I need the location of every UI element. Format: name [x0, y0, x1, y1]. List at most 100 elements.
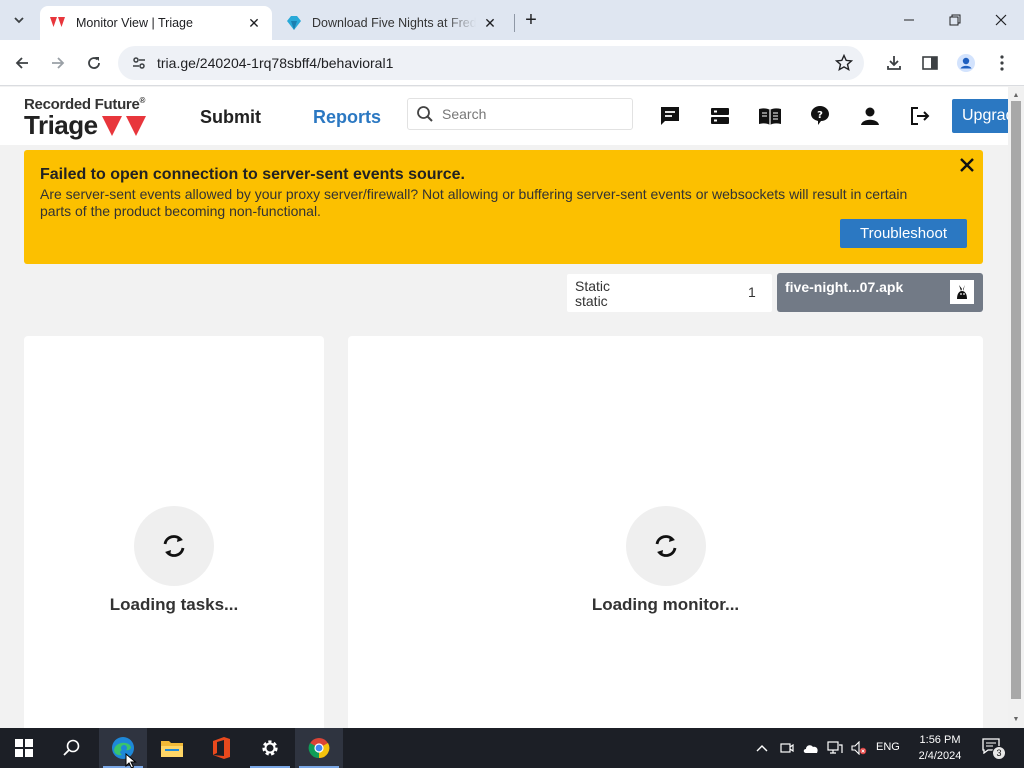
static-count: 1 — [748, 284, 756, 300]
refresh-icon — [626, 506, 706, 586]
reload-icon — [88, 57, 100, 69]
loading-monitor-text: Loading monitor... — [591, 595, 740, 614]
clock-time: 1:56 PM — [919, 734, 961, 746]
volume-muted-icon[interactable] — [851, 740, 867, 756]
meet-now-icon[interactable] — [779, 740, 795, 756]
loading-tasks-text: Loading tasks... — [109, 595, 239, 614]
svg-text:?: ? — [817, 110, 823, 121]
address-bar[interactable]: tria.ge/240204-1rq78sbff4/behavioral1 — [118, 46, 864, 80]
language-indicator[interactable]: ENG — [876, 741, 900, 753]
new-tab-button[interactable]: + — [520, 9, 542, 31]
tab-separator — [514, 14, 515, 32]
tab-search-button[interactable] — [8, 9, 30, 31]
chevron-up-icon[interactable] — [754, 740, 770, 756]
search-icon — [63, 739, 80, 756]
logo-chevrons-icon — [102, 116, 146, 136]
forward-button[interactable] — [46, 51, 70, 75]
taskbar-file-explorer[interactable] — [148, 728, 196, 768]
notification-center-button[interactable]: 3 — [982, 738, 1006, 760]
file-explorer-icon — [161, 741, 183, 757]
download-icon[interactable] — [883, 52, 905, 74]
page-content: Recorded Future® Triage Submit Reports S… — [0, 87, 1008, 728]
user-icon[interactable] — [858, 104, 882, 128]
triage-favicon-icon — [50, 15, 66, 31]
settings-icon — [262, 740, 278, 756]
scrollbar-thumb[interactable] — [1011, 101, 1021, 699]
tab-monitor-view[interactable]: Monitor View | Triage ✕ — [40, 6, 272, 40]
bookmark-star-icon[interactable] — [834, 53, 854, 73]
triage-logo[interactable]: Recorded Future® Triage — [24, 96, 164, 140]
clock-date: 2/4/2024 — [918, 750, 962, 762]
alert-heading: Failed to open connection to server-sent… — [40, 166, 465, 183]
alert-close-icon[interactable] — [958, 156, 976, 174]
arrow-right-icon — [52, 57, 65, 69]
minimize-icon — [904, 19, 914, 21]
logout-icon[interactable] — [908, 104, 932, 128]
chrome-icon — [308, 738, 330, 759]
server-icon[interactable] — [708, 104, 732, 128]
chat-icon[interactable] — [658, 104, 682, 128]
restore-icon — [949, 14, 961, 26]
upgrade-button[interactable]: Upgrade — [952, 99, 1008, 133]
monitor-panel: Loading monitor... — [348, 336, 983, 728]
url-text[interactable]: tria.ge/240204-1rq78sbff4/behavioral1 — [157, 55, 393, 71]
side-panel-icon[interactable] — [919, 52, 941, 74]
notification-count-badge: 3 — [992, 746, 1006, 760]
network-icon[interactable] — [827, 740, 843, 756]
taskbar-edge[interactable] — [99, 728, 147, 768]
site-header: Recorded Future® Triage Submit Reports S… — [0, 87, 1008, 145]
profile-icon[interactable] — [955, 52, 977, 74]
search-placeholder: Search — [442, 106, 487, 122]
refresh-icon — [134, 506, 214, 586]
nav-reports[interactable]: Reports — [313, 107, 381, 128]
tasks-panel: Loading tasks... — [24, 336, 324, 728]
tab-title: Monitor View | Triage — [76, 16, 193, 30]
windows-taskbar: ENG 1:56 PM 2/4/2024 3 — [0, 728, 1024, 768]
sample-file-name: five-night...07.apk — [785, 279, 904, 295]
browser-menu-icon[interactable] — [991, 52, 1013, 74]
window-close-button[interactable] — [987, 8, 1015, 32]
page-scrollbar[interactable]: ▲ ▼ — [1008, 87, 1024, 728]
arrow-left-icon — [15, 57, 28, 69]
minimize-button[interactable] — [895, 8, 923, 32]
site-info-icon[interactable] — [130, 54, 148, 72]
book-icon[interactable] — [758, 104, 782, 128]
logo-product: Triage — [24, 110, 98, 140]
sample-file-tab[interactable]: five-night...07.apk — [777, 273, 983, 312]
taskbar-chrome[interactable] — [295, 728, 343, 768]
onedrive-icon[interactable] — [803, 740, 819, 756]
browser-toolbar: tria.ge/240204-1rq78sbff4/behavioral1 — [0, 40, 1024, 86]
sse-warning-alert: Failed to open connection to server-sent… — [24, 150, 983, 264]
search-icon — [414, 103, 436, 125]
tab-close-icon[interactable]: ✕ — [482, 15, 498, 31]
chevron-down-icon — [14, 17, 24, 24]
android-icon — [950, 280, 974, 304]
tab-close-icon[interactable]: ✕ — [246, 15, 262, 31]
static-label: Static — [575, 278, 611, 294]
close-icon — [995, 14, 1007, 26]
browser-tab-strip: Monitor View | Triage ✕ Download Five Ni… — [0, 0, 1024, 40]
back-button[interactable] — [10, 51, 34, 75]
static-sublabel: static — [575, 293, 608, 309]
system-clock[interactable]: 1:56 PM 2/4/2024 — [912, 732, 968, 764]
scroll-down-arrow[interactable]: ▼ — [1012, 715, 1020, 723]
alert-message: Are server-sent events allowed by your p… — [40, 186, 908, 219]
taskbar-office[interactable] — [197, 728, 245, 768]
static-analysis-tab[interactable]: Static static 1 — [567, 274, 772, 312]
office-icon — [213, 737, 230, 759]
tab-download-fnaf[interactable]: Download Five Nights at Freddy's ✕ — [276, 6, 508, 40]
reload-button[interactable] — [82, 51, 106, 75]
download-site-favicon-icon — [286, 15, 302, 31]
scroll-up-arrow[interactable]: ▲ — [1012, 91, 1020, 99]
logo-registered-mark: ® — [139, 96, 146, 105]
help-icon[interactable]: ? — [808, 104, 832, 128]
taskbar-settings[interactable] — [246, 728, 294, 768]
taskbar-search-button[interactable] — [48, 728, 96, 768]
troubleshoot-button[interactable]: Troubleshoot — [840, 219, 967, 248]
start-icon — [15, 739, 33, 757]
start-button[interactable] — [0, 728, 48, 768]
restore-button[interactable] — [941, 8, 969, 32]
search-input[interactable]: Search — [407, 98, 633, 130]
nav-submit[interactable]: Submit — [200, 107, 261, 128]
tab-title: Download Five Nights at Freddy's — [312, 16, 476, 30]
